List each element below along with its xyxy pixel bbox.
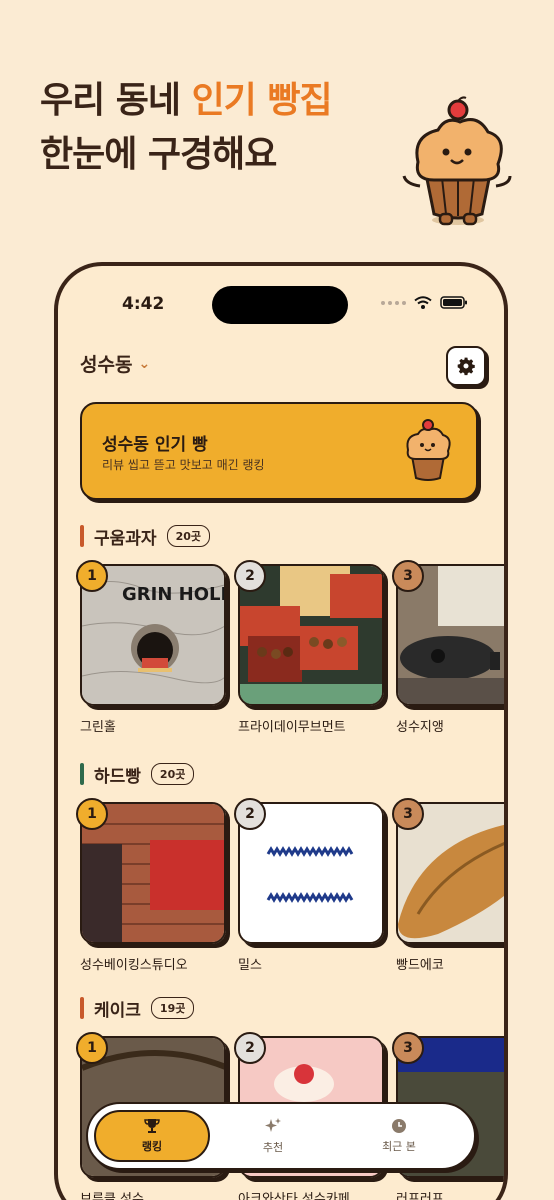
bakery-card[interactable]: 3 성수지앵 bbox=[392, 560, 504, 735]
section-hard-bread: 하드빵 20곳 1 성수베이킹스튜디오 2 밀스 3 빵드에코 bbox=[76, 762, 504, 973]
section-header: 하드빵 20곳 bbox=[80, 762, 504, 787]
promo-line-1: 우리 동네 인기 빵집 bbox=[40, 74, 333, 128]
location-selector[interactable]: 성수동 ⌄ bbox=[80, 350, 150, 377]
bakery-card[interactable]: 2 밀스 bbox=[234, 798, 384, 973]
signal-dots-icon bbox=[381, 300, 406, 305]
bakery-name: 러프러프 bbox=[396, 1192, 444, 1200]
bakery-card[interactable]: 1 GRIN HOLE 그린홀 bbox=[76, 560, 226, 735]
section-count-badge: 20곳 bbox=[150, 763, 195, 785]
tab-recent[interactable]: 최근 본 bbox=[336, 1110, 462, 1162]
status-icons bbox=[381, 296, 468, 309]
tab-recommend[interactable]: 추천 bbox=[210, 1110, 336, 1162]
card-list[interactable]: 1 GRIN HOLE 그린홀 2 프라이데이무브먼트 3 성수지앵 bbox=[76, 560, 504, 735]
section-cake: 케이크 19곳 1 브루클 성수 2 아크와산타 성수카페 3 러프러프 bbox=[76, 996, 504, 1200]
tab-label: 추천 bbox=[262, 1141, 284, 1154]
rank-badge: 1 bbox=[76, 798, 108, 830]
rank-badge: 3 bbox=[392, 1032, 424, 1064]
rank-badge: 3 bbox=[392, 798, 424, 830]
section-header: 구움과자 20곳 bbox=[80, 524, 504, 549]
bakery-name: 아크와산타 성수카페 bbox=[238, 1192, 350, 1200]
bakery-name: 밀스 bbox=[238, 958, 262, 973]
promo-line-2: 한눈에 구경해요 bbox=[40, 134, 277, 175]
rank-badge: 2 bbox=[234, 1032, 266, 1064]
bakery-sign-text: GRIN HOLE bbox=[122, 584, 226, 605]
bakery-card[interactable]: 3 빵드에코 bbox=[392, 798, 504, 973]
promo-headline: 우리 동네 인기 빵집 한눈에 구경해요 bbox=[40, 74, 333, 182]
rank-badge: 1 bbox=[76, 560, 108, 592]
section-accent-bar bbox=[80, 997, 84, 1019]
status-time: 4:42 bbox=[122, 294, 165, 314]
section-title: 하드빵 bbox=[94, 766, 141, 787]
bakery-name: 빵드에코 bbox=[396, 958, 444, 973]
clock-icon bbox=[392, 1119, 406, 1133]
rank-badge: 3 bbox=[392, 560, 424, 592]
section-header: 케이크 19곳 bbox=[80, 996, 504, 1021]
tab-label: 랭킹 bbox=[141, 1140, 163, 1153]
bakery-name: 브루클 성수 bbox=[80, 1192, 144, 1200]
section-baked-goods: 구움과자 20곳 1 GRIN HOLE 그린홀 2 프라이데이무브먼트 3 성… bbox=[76, 524, 504, 735]
phone-frame: 4:42 성수동 ⌄ 성수동 인기 빵 리뷰 씹고 뜯고 맛보고 매긴 랭킹 구… bbox=[54, 262, 508, 1200]
section-count-badge: 20곳 bbox=[166, 525, 210, 547]
bakery-name: 그린홀 bbox=[80, 720, 116, 735]
dynamic-island bbox=[212, 286, 348, 324]
popular-bread-banner[interactable]: 성수동 인기 빵 리뷰 씹고 뜯고 맛보고 매긴 랭킹 bbox=[80, 402, 478, 500]
chevron-down-icon: ⌄ bbox=[138, 355, 151, 372]
promo-line-1-prefix: 우리 동네 bbox=[40, 80, 181, 121]
rank-badge: 2 bbox=[234, 560, 266, 592]
bakery-name: 프라이데이무브먼트 bbox=[238, 720, 346, 735]
sparkle-icon bbox=[265, 1118, 281, 1132]
section-title: 케이크 bbox=[94, 1000, 141, 1021]
tab-ranking[interactable]: 랭킹 bbox=[94, 1110, 210, 1162]
battery-icon bbox=[440, 296, 467, 309]
rank-badge: 2 bbox=[234, 798, 266, 830]
bottom-tab-bar: 랭킹 추천 최근 본 bbox=[86, 1102, 476, 1170]
section-accent-bar bbox=[80, 763, 84, 785]
trophy-icon bbox=[144, 1119, 160, 1133]
settings-button[interactable] bbox=[446, 346, 486, 386]
bakery-name: 성수베이킹스튜디오 bbox=[80, 958, 188, 973]
bakery-card[interactable]: 1 성수베이킹스튜디오 bbox=[76, 798, 226, 973]
bakery-name: 성수지앵 bbox=[396, 720, 444, 735]
rank-badge: 1 bbox=[76, 1032, 108, 1064]
bakery-card[interactable]: 2 프라이데이무브먼트 bbox=[234, 560, 384, 735]
banner-title: 성수동 인기 빵 bbox=[102, 435, 208, 455]
cupcake-mascot-icon bbox=[406, 419, 451, 481]
location-label: 성수동 bbox=[80, 354, 133, 376]
banner-subtitle: 리뷰 씹고 뜯고 맛보고 매긴 랭킹 bbox=[102, 458, 265, 472]
section-count-badge: 19곳 bbox=[150, 997, 195, 1019]
promo-line-1-accent: 인기 빵집 bbox=[191, 80, 333, 121]
section-title: 구움과자 bbox=[94, 528, 157, 549]
section-accent-bar bbox=[80, 525, 84, 547]
gear-icon bbox=[457, 357, 475, 376]
cupcake-mascot-icon bbox=[402, 96, 512, 226]
tab-label: 최근 본 bbox=[382, 1140, 416, 1153]
card-list[interactable]: 1 성수베이킹스튜디오 2 밀스 3 빵드에코 bbox=[76, 798, 504, 973]
wifi-icon bbox=[414, 296, 432, 309]
